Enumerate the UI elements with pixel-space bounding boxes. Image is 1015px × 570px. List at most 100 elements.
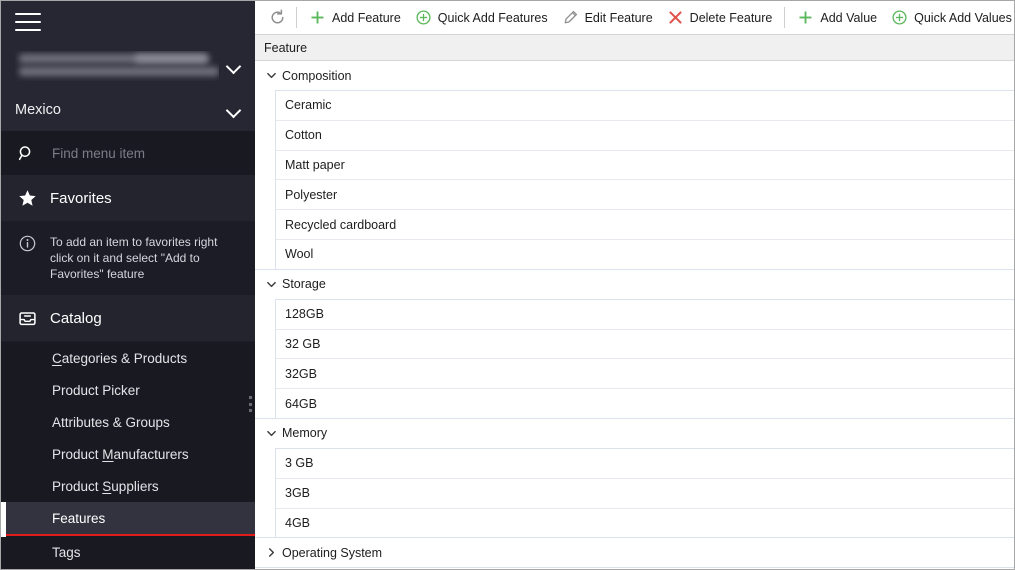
account-selector[interactable]	[1, 43, 255, 89]
hamburger-icon[interactable]	[15, 13, 41, 31]
refresh-icon[interactable]	[263, 5, 291, 31]
toolbar-separator	[296, 7, 297, 28]
catalog-menu-list: Categories & Products Product Picker Att…	[1, 342, 255, 569]
main-content: Add Feature Quick Add Features Edit Feat…	[255, 1, 1014, 569]
feature-group-name: Memory	[282, 426, 328, 441]
feature-value-list: 3 GB 3GB 4GB	[275, 447, 1014, 538]
hamburger-row	[1, 1, 255, 43]
menu-label-pre: Product	[52, 478, 103, 494]
chevron-down-icon[interactable]	[227, 59, 241, 73]
favorites-hint: To add an item to favorites right click …	[1, 222, 255, 296]
feature-group-row[interactable]: Storage	[255, 268, 1014, 299]
sidebar-resize-handle[interactable]	[249, 396, 254, 412]
sidebar-item-label: Attributes & Groups	[52, 414, 170, 430]
inbox-icon	[15, 309, 39, 328]
pencil-icon	[562, 9, 579, 26]
feature-group-row[interactable]: Operating System	[255, 537, 1014, 568]
sidebar-item-attributes-groups[interactable]: Attributes & Groups	[1, 406, 255, 438]
sidebar-header: Mexico	[1, 1, 255, 131]
button-label: Add Feature	[332, 10, 401, 25]
button-label: Quick Add Features	[437, 10, 548, 25]
feature-value-row[interactable]: 3 GB	[276, 448, 1014, 479]
sidebar-item-tags[interactable]: Tags	[1, 536, 255, 568]
plus-icon	[309, 9, 326, 26]
feature-group-name: Storage	[282, 277, 326, 292]
toolbar-separator	[784, 7, 786, 28]
country-label: Mexico	[15, 102, 61, 118]
feature-value: Matt paper	[285, 157, 345, 172]
sidebar-item-features[interactable]: Features	[1, 502, 255, 537]
feature-value-row[interactable]: Polyester	[276, 180, 1014, 211]
chevron-down-icon[interactable]	[263, 279, 279, 290]
sidebar-item-product-picker[interactable]: Product Picker	[1, 374, 255, 406]
feature-value-list: Ceramic Cotton Matt paper Polyester Recy…	[275, 90, 1014, 269]
feature-value-row[interactable]: Wool	[276, 239, 1014, 269]
sidebar-item-attachments[interactable]: Attachments	[1, 568, 255, 569]
feature-value-row[interactable]: Matt paper	[276, 150, 1014, 181]
feature-value-row[interactable]: Ceramic	[276, 91, 1014, 121]
x-icon	[667, 9, 684, 26]
edit-feature-button[interactable]: Edit Feature	[555, 5, 660, 31]
grid-body: Composition Ceramic Cotton Matt paper Po…	[255, 61, 1014, 569]
feature-value: Polyester	[285, 187, 338, 202]
search-icon	[15, 145, 37, 162]
chevron-down-icon[interactable]	[263, 70, 279, 81]
feature-value: Recycled cardboard	[285, 217, 397, 232]
search-input[interactable]	[50, 144, 241, 162]
button-label: Add Value	[820, 10, 878, 25]
menu-mnemonic: S	[102, 478, 112, 494]
sidebar-item-product-manufacturers[interactable]: Product Manufacturers	[1, 438, 255, 470]
features-grid: Feature Composition Ceramic Cotton Matt …	[255, 35, 1014, 569]
feature-value: 4GB	[285, 515, 311, 530]
application-window: Mexico Favorites	[0, 0, 1015, 570]
feature-value-row[interactable]: 128GB	[276, 299, 1014, 330]
feature-value: Cotton	[285, 128, 322, 143]
quick-add-features-button[interactable]: Quick Add Features	[408, 5, 555, 31]
menu-label-rest: anufacturers	[113, 446, 189, 462]
country-selector[interactable]: Mexico	[1, 89, 255, 131]
feature-value-row[interactable]: 4GB	[276, 508, 1014, 538]
favorites-hint-text: To add an item to favorites right click …	[50, 235, 218, 281]
grid-column-header[interactable]: Feature	[255, 35, 1014, 61]
grid-empty-area	[255, 567, 1014, 569]
chevron-right-icon[interactable]	[263, 547, 279, 558]
feature-value-row[interactable]: Recycled cardboard	[276, 210, 1014, 240]
feature-value: 32 GB	[285, 336, 321, 351]
column-header-feature: Feature	[264, 40, 308, 55]
feature-value: 128GB	[285, 307, 324, 322]
plus-circle-icon	[891, 9, 908, 26]
sidebar-item-label: Features	[52, 510, 106, 526]
sidebar: Mexico Favorites	[1, 1, 255, 569]
sidebar-section-favorites[interactable]: Favorites	[1, 176, 255, 222]
feature-value-row[interactable]: 32 GB	[276, 329, 1014, 360]
feature-group-row[interactable]: Composition	[255, 61, 1014, 90]
catalog-label: Catalog	[50, 310, 102, 327]
feature-value-row[interactable]: 32GB	[276, 359, 1014, 390]
sidebar-item-product-suppliers[interactable]: Product Suppliers	[1, 470, 255, 502]
feature-value-row[interactable]: Cotton	[276, 120, 1014, 151]
account-name-redacted	[15, 51, 219, 81]
feature-value: 64GB	[285, 396, 317, 411]
quick-add-values-button[interactable]: Quick Add Values	[884, 5, 1014, 31]
toolbar: Add Feature Quick Add Features Edit Feat…	[255, 1, 1014, 35]
sidebar-item-categories-products[interactable]: Categories & Products	[1, 342, 255, 374]
delete-feature-button[interactable]: Delete Feature	[660, 5, 780, 31]
feature-group-name: Operating System	[282, 545, 383, 560]
feature-value: Wool	[285, 247, 314, 262]
feature-value: 3GB	[285, 486, 311, 501]
menu-label-rest: ategories & Products	[61, 350, 188, 366]
info-icon	[15, 234, 39, 252]
feature-value: 3 GB	[285, 456, 314, 471]
favorites-label: Favorites	[50, 190, 112, 207]
plus-circle-icon	[415, 9, 432, 26]
feature-value-list: 128GB 32 GB 32GB 64GB	[275, 298, 1014, 418]
add-value-button[interactable]: Add Value	[790, 5, 884, 31]
add-feature-button[interactable]: Add Feature	[302, 5, 408, 31]
sidebar-section-catalog[interactable]: Catalog	[1, 296, 255, 342]
chevron-down-icon[interactable]	[263, 428, 279, 439]
chevron-down-icon[interactable]	[227, 103, 241, 117]
feature-group-row[interactable]: Memory	[255, 417, 1014, 448]
feature-value-row[interactable]: 64GB	[276, 389, 1014, 418]
feature-value-row[interactable]: 3GB	[276, 478, 1014, 509]
menu-search-row	[1, 131, 255, 176]
